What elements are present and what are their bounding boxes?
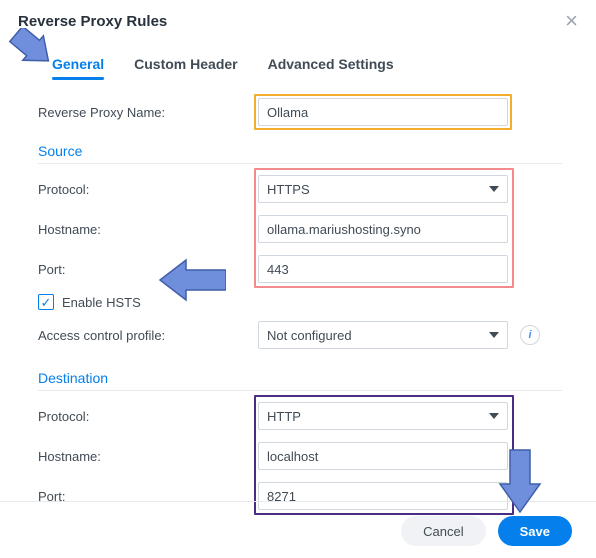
- title-bar: Reverse Proxy Rules ×: [0, 0, 596, 38]
- dest-protocol-select[interactable]: HTTP: [258, 402, 508, 430]
- source-hostname-label: Hostname:: [38, 222, 258, 237]
- footer-divider: [0, 501, 596, 502]
- dest-hostname-input[interactable]: [258, 442, 508, 470]
- source-port-label: Port:: [38, 262, 258, 277]
- acp-label: Access control profile:: [38, 328, 258, 343]
- dest-hostname-label: Hostname:: [38, 449, 258, 464]
- source-port-input[interactable]: [258, 255, 508, 283]
- chevron-down-icon: [489, 332, 499, 338]
- source-hostname-input[interactable]: [258, 215, 508, 243]
- dest-port-input[interactable]: [258, 482, 508, 510]
- reverse-proxy-name-input[interactable]: [258, 98, 508, 126]
- enable-hsts-checkbox[interactable]: ✓: [38, 294, 54, 310]
- tab-general[interactable]: General: [38, 48, 118, 82]
- source-section-title: Source: [38, 137, 562, 164]
- chevron-down-icon: [489, 413, 499, 419]
- reverse-proxy-dialog: Reverse Proxy Rules × General Custom Hea…: [0, 0, 596, 558]
- destination-section-title: Destination: [38, 364, 562, 391]
- save-button[interactable]: Save: [498, 516, 572, 546]
- dest-protocol-value: HTTP: [267, 409, 301, 424]
- enable-hsts-label: Enable HSTS: [62, 295, 141, 310]
- dest-protocol-label: Protocol:: [38, 409, 258, 424]
- dialog-footer: Cancel Save: [401, 516, 572, 546]
- acp-value: Not configured: [267, 328, 352, 343]
- tab-advanced-settings[interactable]: Advanced Settings: [254, 48, 408, 82]
- source-protocol-select[interactable]: HTTPS: [258, 175, 508, 203]
- dialog-body: Reverse Proxy Name: Source Protocol: HTT…: [0, 83, 596, 511]
- source-protocol-value: HTTPS: [267, 182, 310, 197]
- name-label: Reverse Proxy Name:: [38, 105, 258, 120]
- chevron-down-icon: [489, 186, 499, 192]
- info-icon[interactable]: i: [520, 325, 540, 345]
- close-icon[interactable]: ×: [561, 10, 582, 32]
- cancel-button[interactable]: Cancel: [401, 516, 485, 546]
- tab-custom-header[interactable]: Custom Header: [120, 48, 251, 82]
- acp-select[interactable]: Not configured: [258, 321, 508, 349]
- source-protocol-label: Protocol:: [38, 182, 258, 197]
- dialog-title: Reverse Proxy Rules: [18, 13, 167, 30]
- tab-bar: General Custom Header Advanced Settings: [0, 38, 596, 83]
